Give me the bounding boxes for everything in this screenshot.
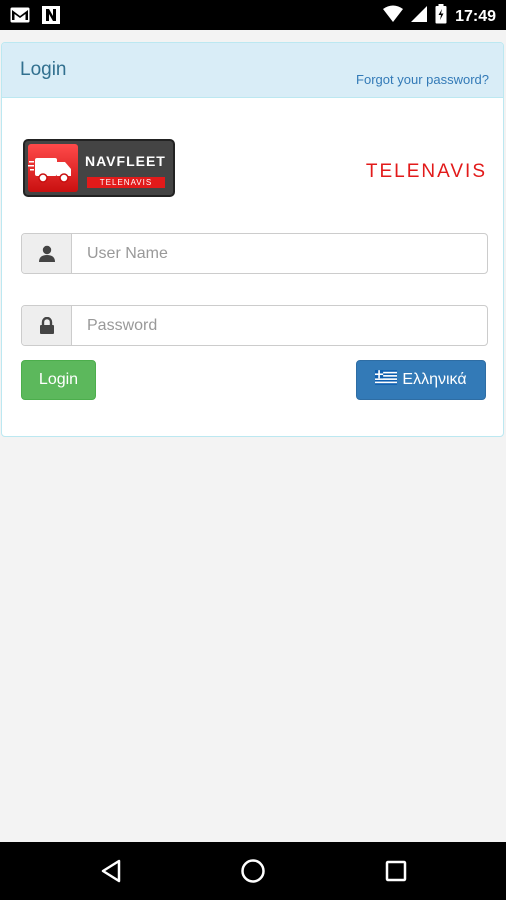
navigation-bar	[0, 842, 506, 900]
gmail-icon	[10, 7, 30, 28]
clock-time: 17:49	[455, 7, 496, 25]
signal-icon	[411, 5, 428, 28]
home-icon[interactable]	[239, 857, 267, 885]
language-button-label: Ελληνικά	[402, 371, 467, 388]
user-icon	[22, 234, 72, 273]
wifi-icon	[383, 5, 404, 28]
username-input[interactable]	[72, 234, 487, 273]
panel-header: Login Forgot your password?	[2, 43, 503, 98]
password-group	[21, 305, 488, 346]
login-button[interactable]: Login	[21, 360, 96, 400]
status-bar: 17:49	[0, 0, 506, 30]
login-panel: Login Forgot your password? NAVFLEET TEL…	[1, 42, 504, 437]
forgot-password-link[interactable]: Forgot your password?	[356, 72, 489, 87]
back-icon[interactable]	[97, 857, 125, 885]
navfleet-logo: NAVFLEET TELENAVIS	[23, 139, 175, 197]
telenavis-logo: TELENAVIS	[365, 161, 487, 182]
greek-flag-icon	[375, 370, 398, 390]
language-button[interactable]: Ελληνικά	[356, 360, 486, 400]
recents-icon[interactable]	[382, 857, 410, 885]
lock-icon	[22, 306, 72, 345]
username-group	[21, 233, 488, 274]
navfleet-sub-text: TELENAVIS	[87, 177, 165, 188]
panel-title: Login	[20, 59, 67, 80]
n-notification-icon	[42, 6, 60, 29]
truck-icon	[28, 144, 78, 192]
battery-icon	[435, 4, 447, 29]
password-input[interactable]	[72, 306, 487, 345]
navfleet-brand-text: NAVFLEET	[85, 153, 166, 169]
